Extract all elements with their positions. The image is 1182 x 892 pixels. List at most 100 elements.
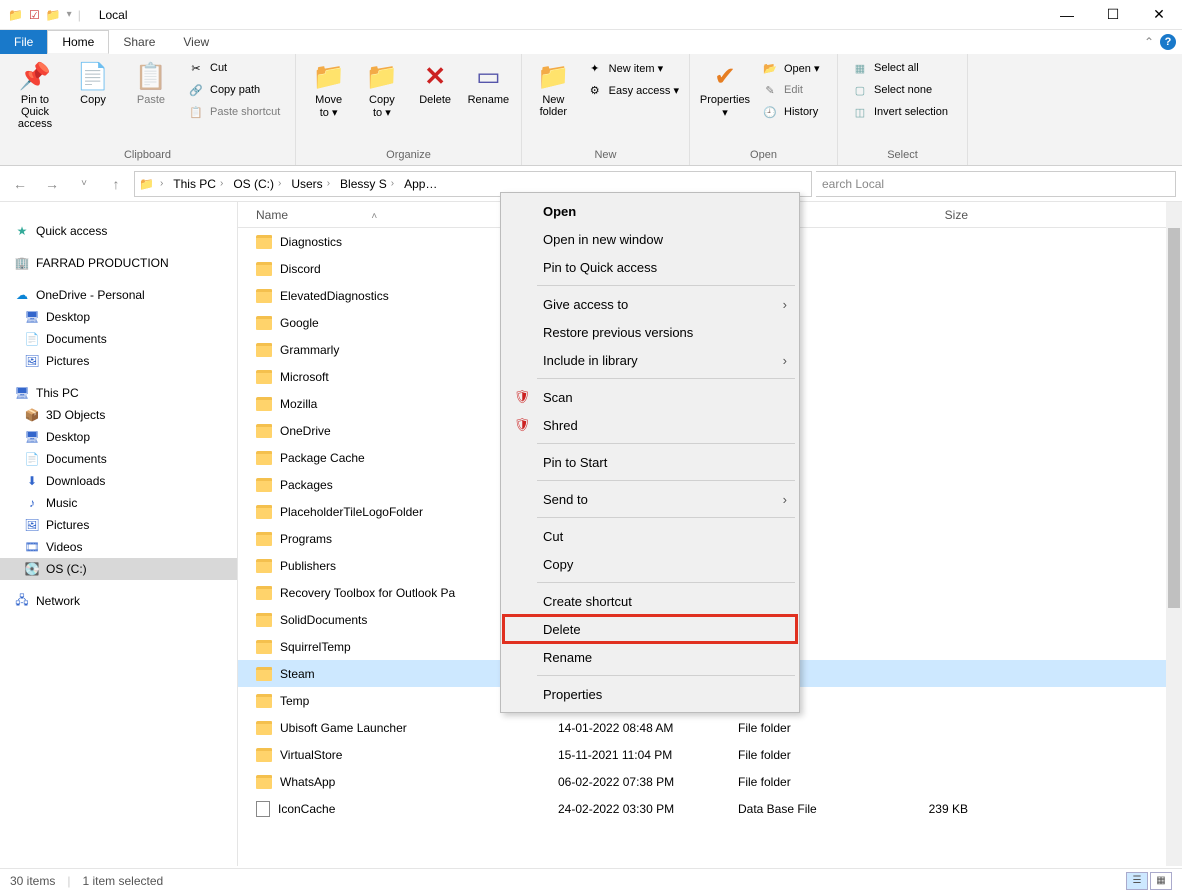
ribbon-tabs: File Home Share View ⌃ ? <box>0 30 1182 54</box>
tree-documents[interactable]: 📄Documents <box>0 448 237 470</box>
tree-music[interactable]: ♪Music <box>0 492 237 514</box>
context-menu-item[interactable]: Delete <box>503 615 797 643</box>
tree-videos[interactable]: 🎞Videos <box>0 536 237 558</box>
invert-selection-button[interactable]: ◫Invert selection <box>848 102 952 122</box>
selectall-icon: ▦ <box>852 60 868 76</box>
minimize-button[interactable]: — <box>1044 0 1090 30</box>
breadcrumb[interactable]: Users› <box>287 177 334 191</box>
properties-button[interactable]: ✔Properties ▾ <box>696 58 754 121</box>
tab-file[interactable]: File <box>0 30 47 54</box>
context-menu-item[interactable]: 🛡Shred <box>503 411 797 439</box>
copy-button[interactable]: 📄 Copy <box>64 58 122 108</box>
delete-button[interactable]: ✕Delete <box>409 58 462 108</box>
tab-view[interactable]: View <box>169 30 223 54</box>
select-all-button[interactable]: ▦Select all <box>848 58 952 78</box>
navigation-tree: ★Quick access 🏢FARRAD PRODUCTION ☁OneDri… <box>0 202 238 866</box>
file-name: Programs <box>280 532 332 546</box>
tree-od-desktop[interactable]: 🖥Desktop <box>0 306 237 328</box>
pin-to-quick-access-button[interactable]: 📌 Pin to Quick access <box>6 58 64 132</box>
move-to-button[interactable]: 📁Move to ▾ <box>302 58 355 121</box>
forward-button[interactable]: → <box>38 170 66 198</box>
help-icon[interactable]: ? <box>1160 34 1176 50</box>
select-none-button[interactable]: ▢Select none <box>848 80 952 100</box>
table-row[interactable]: WhatsApp06-02-2022 07:38 PMFile folder <box>238 768 1182 795</box>
context-menu-item[interactable]: 🛡Scan <box>503 383 797 411</box>
recent-locations-button[interactable]: ˅ <box>70 170 98 198</box>
context-menu-item[interactable]: Open <box>503 197 797 225</box>
context-menu-item[interactable]: Cut <box>503 522 797 550</box>
ribbon: 📌 Pin to Quick access 📄 Copy 📋 Paste ✂Cu… <box>0 54 1182 166</box>
context-menu-item[interactable]: Restore previous versions <box>503 318 797 346</box>
menu-separator <box>537 285 795 286</box>
tree-desktop[interactable]: 🖥Desktop <box>0 426 237 448</box>
file-date: 14-01-2022 08:48 AM <box>558 721 738 735</box>
qat-properties-icon[interactable]: ☑ <box>29 8 40 22</box>
tree-od-documents[interactable]: 📄Documents <box>0 328 237 350</box>
chevron-right-icon: › <box>783 297 787 312</box>
tree-od-pictures[interactable]: 🖼Pictures <box>0 350 237 372</box>
maximize-button[interactable]: ☐ <box>1090 0 1136 30</box>
table-row[interactable]: Ubisoft Game Launcher14-01-2022 08:48 AM… <box>238 714 1182 741</box>
paste-shortcut-button[interactable]: 📋Paste shortcut <box>184 102 284 122</box>
breadcrumb[interactable]: This PC› <box>169 177 227 191</box>
search-input[interactable]: earch Local <box>816 171 1176 197</box>
network-icon: 🖧 <box>14 593 30 609</box>
breadcrumb[interactable]: Blessy S› <box>336 177 398 191</box>
new-item-button[interactable]: ✦New item ▾ <box>583 58 683 78</box>
tree-network[interactable]: 🖧Network <box>0 590 237 612</box>
cut-button[interactable]: ✂Cut <box>184 58 284 78</box>
tree-pictures[interactable]: 🖼Pictures <box>0 514 237 536</box>
breadcrumb[interactable]: App… <box>400 177 441 191</box>
tab-home[interactable]: Home <box>47 30 109 54</box>
context-menu-item[interactable]: Rename <box>503 643 797 671</box>
tree-downloads[interactable]: ⬇Downloads <box>0 470 237 492</box>
folder-icon <box>256 289 272 303</box>
menu-item-label: Pin to Quick access <box>543 260 657 275</box>
new-folder-button[interactable]: 📁New folder <box>528 58 579 120</box>
context-menu-item[interactable]: Give access to› <box>503 290 797 318</box>
easy-access-button[interactable]: ⚙Easy access ▾ <box>583 80 683 100</box>
edit-button[interactable]: ✎Edit <box>758 80 824 100</box>
menu-item-label: Include in library <box>543 353 638 368</box>
tree-quick-access[interactable]: ★Quick access <box>0 220 237 242</box>
context-menu-item[interactable]: Pin to Start <box>503 448 797 476</box>
context-menu-item[interactable]: Pin to Quick access <box>503 253 797 281</box>
tree-this-pc[interactable]: 🖥This PC <box>0 382 237 404</box>
copy-path-button[interactable]: 🔗Copy path <box>184 80 284 100</box>
details-view-button[interactable]: ☰ <box>1126 872 1148 890</box>
scrollbar-thumb[interactable] <box>1168 228 1180 608</box>
context-menu-item[interactable]: Copy <box>503 550 797 578</box>
back-button[interactable]: ← <box>6 170 34 198</box>
tree-farrad[interactable]: 🏢FARRAD PRODUCTION <box>0 252 237 274</box>
icons-view-button[interactable]: ▦ <box>1150 872 1172 890</box>
context-menu-item[interactable]: Open in new window <box>503 225 797 253</box>
tree-3d-objects[interactable]: 📦3D Objects <box>0 404 237 426</box>
status-bar: 30 items | 1 item selected ☰ ▦ <box>0 868 1182 892</box>
tree-onedrive[interactable]: ☁OneDrive - Personal <box>0 284 237 306</box>
rename-button[interactable]: ▭Rename <box>462 58 515 108</box>
close-button[interactable]: ✕ <box>1136 0 1182 30</box>
folder-icon <box>256 586 272 600</box>
table-row[interactable]: IconCache24-02-2022 03:30 PMData Base Fi… <box>238 795 1182 822</box>
paste-icon: 📋 <box>135 60 167 92</box>
context-menu-item[interactable]: Include in library› <box>503 346 797 374</box>
breadcrumb[interactable]: OS (C:)› <box>229 177 285 191</box>
folder-icon: 📁 <box>139 177 154 191</box>
paste-button[interactable]: 📋 Paste <box>122 58 180 108</box>
menu-item-label: Copy <box>543 557 573 572</box>
tab-share[interactable]: Share <box>109 30 169 54</box>
scrollbar[interactable] <box>1166 202 1182 866</box>
history-button[interactable]: 🕘History <box>758 102 824 122</box>
copy-to-button[interactable]: 📁Copy to ▾ <box>355 58 408 121</box>
table-row[interactable]: VirtualStore15-11-2021 11:04 PMFile fold… <box>238 741 1182 768</box>
menu-separator <box>537 675 795 676</box>
up-button[interactable]: ↑ <box>102 170 130 198</box>
tree-os-drive[interactable]: 💽OS (C:) <box>0 558 237 580</box>
pictures-icon: 🖼 <box>24 353 40 369</box>
collapse-ribbon-icon[interactable]: ⌃ <box>1144 35 1154 49</box>
context-menu-item[interactable]: Properties <box>503 680 797 708</box>
context-menu-item[interactable]: Create shortcut <box>503 587 797 615</box>
open-button[interactable]: 📂Open ▾ <box>758 58 824 78</box>
context-menu-item[interactable]: Send to› <box>503 485 797 513</box>
qat-dropdown-icon[interactable]: ▾ <box>67 9 72 20</box>
